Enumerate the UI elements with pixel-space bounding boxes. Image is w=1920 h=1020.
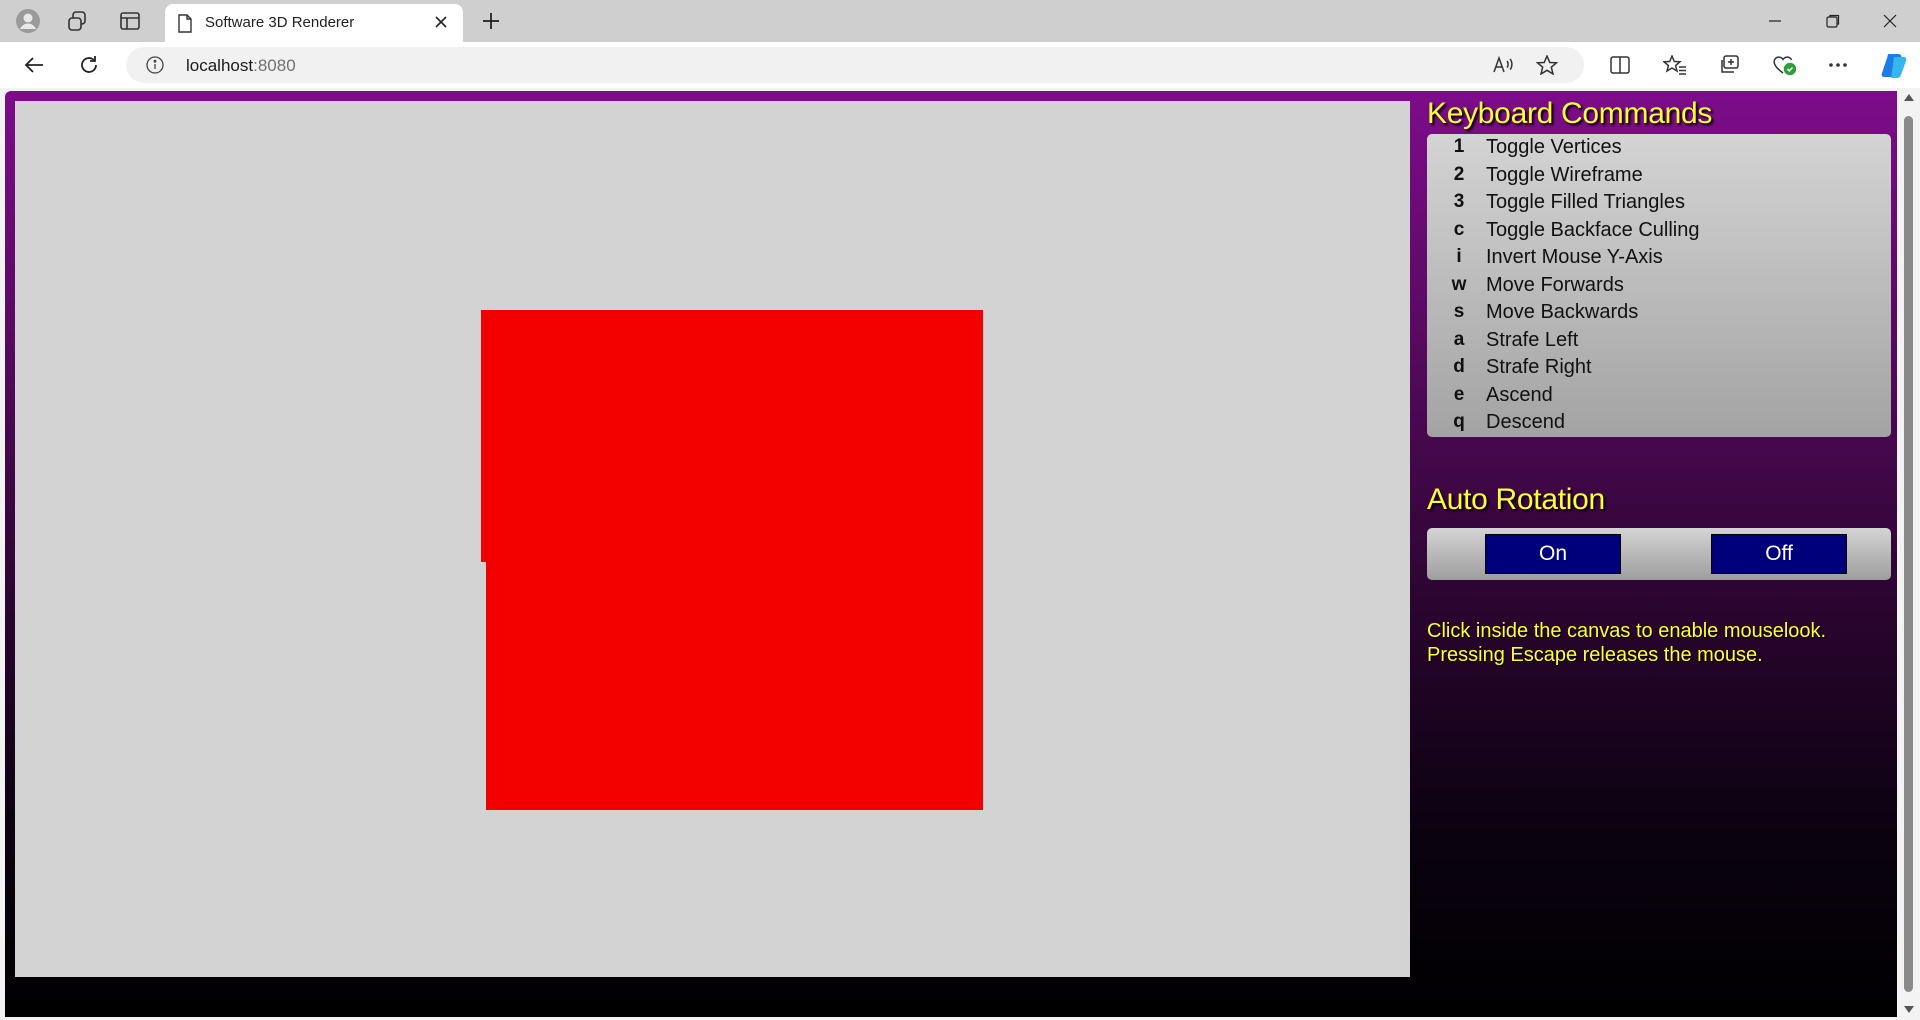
close-window-icon[interactable]	[1867, 4, 1913, 38]
read-aloud-icon[interactable]	[1490, 54, 1516, 76]
command-key: a	[1453, 328, 1465, 350]
command-description: Strafe Left	[1486, 328, 1579, 351]
split-screen-icon[interactable]	[1603, 49, 1637, 81]
close-icon[interactable]	[431, 12, 451, 32]
more-icon[interactable]	[1821, 49, 1855, 81]
vertical-scrollbar[interactable]	[1897, 88, 1920, 1020]
restore-icon[interactable]	[1810, 4, 1856, 38]
command-row: e Ascend	[1427, 384, 1891, 410]
command-description: Descend	[1486, 411, 1565, 433]
controls-sidebar: Keyboard Commands 1 Toggle Vertices 2 Toggl…	[1421, 91, 1891, 991]
active-tab[interactable]: Software 3D Renderer	[165, 4, 463, 42]
command-description: Toggle Backface Culling	[1486, 218, 1700, 241]
command-row: 2 Toggle Wireframe	[1427, 164, 1891, 190]
command-row: 3 Toggle Filled Triangles	[1427, 191, 1891, 217]
back-icon[interactable]	[17, 49, 51, 81]
tab-bar: Software 3D Renderer	[0, 0, 1920, 42]
command-key: 1	[1453, 136, 1465, 157]
address-bar[interactable]: localhost:8080	[126, 47, 1584, 83]
command-row: i Invert Mouse Y-Axis	[1427, 246, 1891, 272]
rotation-on-button[interactable]: On	[1485, 534, 1621, 574]
keyboard-commands-panel: 1 Toggle Vertices 2 Toggle Wireframe 3 Toggle…	[1427, 134, 1891, 437]
command-key: 3	[1453, 191, 1465, 212]
command-row: d Strafe Right	[1427, 356, 1891, 382]
command-key: d	[1453, 356, 1465, 377]
info-icon[interactable]	[146, 56, 164, 79]
address-text[interactable]: localhost:8080	[186, 56, 296, 76]
render-canvas[interactable]	[15, 101, 1410, 977]
command-row: c Toggle Backface Culling	[1427, 219, 1891, 245]
command-description: Toggle Vertices	[1486, 136, 1622, 158]
command-row: w Move Forwards	[1427, 274, 1891, 300]
tab-actions-icon[interactable]	[114, 6, 146, 36]
tab-title: Software 3D Renderer	[205, 14, 355, 31]
command-key: q	[1453, 411, 1465, 432]
browser-toolbar: localhost:8080	[0, 42, 1920, 88]
page-viewport: Keyboard Commands 1 Toggle Vertices 2 Toggl…	[0, 88, 1920, 1020]
rendered-shape-lower	[486, 559, 983, 810]
copilot-icon[interactable]	[1877, 49, 1911, 81]
command-description: Toggle Filled Triangles	[1486, 191, 1685, 213]
hint-line-2: Pressing Escape releases the mouse.	[1427, 644, 1763, 666]
rotation-off-button[interactable]: Off	[1711, 534, 1847, 574]
browser-essentials-icon[interactable]	[1767, 49, 1801, 81]
auto-rotation-heading: Auto Rotation	[1427, 483, 1605, 516]
page-icon	[177, 14, 193, 38]
command-description: Move Backwards	[1486, 301, 1639, 323]
minimize-icon[interactable]	[1752, 4, 1798, 38]
refresh-icon[interactable]	[72, 49, 106, 81]
address-host: localhost	[186, 56, 254, 75]
workspaces-icon[interactable]	[61, 6, 93, 36]
auto-rotation-panel: On Off	[1427, 528, 1891, 580]
command-key: e	[1453, 383, 1465, 405]
command-description: Move Forwards	[1486, 273, 1624, 296]
collections-icon[interactable]	[1712, 49, 1746, 81]
hint-line-1: Click inside the canvas to enable mousel…	[1427, 620, 1827, 642]
command-key: w	[1451, 273, 1467, 295]
mouselook-hint: Click inside the canvas to enable mousel…	[1427, 619, 1826, 667]
favorites-icon[interactable]	[1658, 49, 1692, 81]
command-description: Strafe Right	[1486, 356, 1592, 378]
command-description: Ascend	[1486, 383, 1553, 406]
command-row: 1 Toggle Vertices	[1427, 136, 1891, 162]
command-key: c	[1453, 218, 1465, 240]
scroll-up-icon[interactable]	[1903, 92, 1915, 102]
command-description: Toggle Wireframe	[1486, 163, 1643, 186]
favorite-star-icon[interactable]	[1534, 54, 1560, 76]
command-row: a Strafe Left	[1427, 329, 1891, 355]
command-row: s Move Backwards	[1427, 301, 1891, 327]
scroll-down-icon[interactable]	[1903, 1004, 1915, 1014]
address-port: :8080	[253, 56, 296, 75]
command-key: s	[1453, 301, 1465, 322]
profile-icon[interactable]	[12, 6, 44, 36]
command-key: i	[1456, 246, 1462, 267]
scrollbar-thumb[interactable]	[1904, 116, 1913, 992]
plus-icon[interactable]	[476, 8, 506, 34]
command-key: 2	[1453, 163, 1465, 185]
rendered-shape-upper	[481, 310, 983, 562]
command-description: Invert Mouse Y-Axis	[1486, 246, 1663, 268]
keyboard-commands-heading: Keyboard Commands	[1427, 97, 1713, 130]
command-row: q Descend	[1427, 411, 1891, 437]
page-background: Keyboard Commands 1 Toggle Vertices 2 Toggl…	[5, 91, 1897, 1017]
